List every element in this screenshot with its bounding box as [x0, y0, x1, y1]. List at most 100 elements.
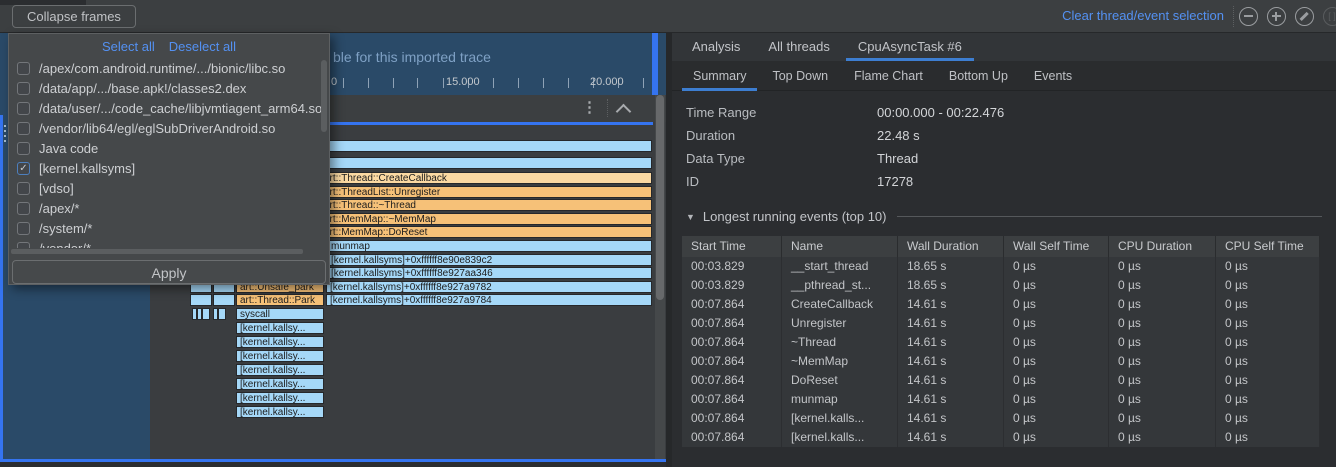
flame-bar[interactable]: [kernel.kallsyms]+0xffffff8e927aa346: [327, 267, 652, 279]
checkbox[interactable]: [17, 102, 30, 115]
flame-bar[interactable]: [kernel.kallsy...: [236, 392, 324, 404]
flame-bar[interactable]: art::Thread::Park: [236, 294, 324, 306]
table-row[interactable]: 00:07.864CreateCallback14.61 s0 µs0 µs0 …: [682, 295, 1320, 314]
flame-bar[interactable]: [kernel.kallsyms]+0xffffff8e927a9782: [326, 281, 652, 293]
subtab-bottom-up[interactable]: Bottom Up: [936, 61, 1021, 91]
apply-button[interactable]: Apply: [12, 260, 326, 284]
longest-events-header[interactable]: ▼ Longest running events (top 10): [686, 209, 1322, 224]
deselect-all-link[interactable]: Deselect all: [169, 39, 236, 54]
table-row[interactable]: 00:07.864Unregister14.61 s0 µs0 µs0 µs: [682, 314, 1320, 333]
collapse-triangle-icon[interactable]: ▼: [686, 212, 695, 222]
filter-item-label: /apex/com.android.runtime/.../bionic/lib…: [39, 61, 285, 76]
table-row[interactable]: 00:07.864~MemMap14.61 s0 µs0 µs0 µs: [682, 352, 1320, 371]
filter-item[interactable]: /vendor/*: [9, 238, 327, 248]
filter-item[interactable]: /vendor/lib64/egl/eglSubDriverAndroid.so: [9, 118, 327, 138]
filter-item[interactable]: /system/*: [9, 218, 327, 238]
checkbox[interactable]: [17, 222, 30, 235]
table-cell: ~MemMap: [782, 352, 898, 371]
table-cell: 14.61 s: [898, 352, 1004, 371]
table-row[interactable]: 00:07.864[kernel.kalls...14.61 s0 µs0 µs…: [682, 409, 1320, 428]
flame-bar[interactable]: munmap: [327, 240, 652, 252]
table-cell: 0 µs: [1004, 352, 1109, 371]
column-header[interactable]: Name: [782, 236, 898, 257]
popup-horizontal-scrollbar[interactable]: [11, 249, 303, 254]
subtab-events[interactable]: Events: [1021, 61, 1085, 91]
flame-bar[interactable]: [kernel.kallsy...: [236, 364, 324, 376]
subtab-top-down[interactable]: Top Down: [759, 61, 841, 91]
subtab-flame-chart[interactable]: Flame Chart: [841, 61, 936, 91]
checkbox[interactable]: ✓: [17, 162, 30, 175]
flame-bar[interactable]: [kernel.kallsyms]+0xffffff8e927a9784: [326, 294, 652, 306]
checkbox[interactable]: [17, 142, 30, 155]
filter-item[interactable]: /apex/*: [9, 198, 327, 218]
tab-cpuasynctask-6[interactable]: CpuAsyncTask #6: [844, 33, 976, 61]
table-cell: 0 µs: [1004, 371, 1109, 390]
flame-bar[interactable]: art::Thread::CreateCallback: [320, 172, 652, 184]
flame-bar[interactable]: [kernel.kallsy...: [236, 350, 324, 362]
analysis-subtabs: SummaryTop DownFlame ChartBottom UpEvent…: [672, 61, 1336, 91]
checkbox[interactable]: [17, 242, 30, 249]
flame-bar[interactable]: art::Thread::~Thread: [320, 199, 652, 211]
checkbox[interactable]: [17, 62, 30, 75]
column-header[interactable]: Start Time: [682, 236, 782, 257]
subtab-summary[interactable]: Summary: [680, 61, 759, 91]
table-cell: 0 µs: [1216, 428, 1320, 447]
flame-bar[interactable]: [218, 308, 226, 320]
zoom-in-icon[interactable]: [1267, 7, 1286, 26]
flame-scrollbar-thumb[interactable]: [656, 95, 664, 300]
filter-item[interactable]: [vdso]: [9, 178, 327, 198]
flame-bar[interactable]: [kernel.kallsy...: [236, 406, 324, 418]
table-row[interactable]: 00:07.864~Thread14.61 s0 µs0 µs0 µs: [682, 333, 1320, 352]
column-header[interactable]: CPU Duration: [1109, 236, 1216, 257]
flame-bar[interactable]: [kernel.kallsy...: [236, 322, 324, 334]
popup-vertical-scrollbar[interactable]: [321, 60, 327, 132]
flame-bar[interactable]: [213, 294, 235, 306]
column-header[interactable]: Wall Duration: [898, 236, 1004, 257]
table-cell: __pthread_st...: [782, 276, 898, 295]
flame-bar[interactable]: [kernel.kallsy...: [236, 378, 324, 390]
top-toolbar: Collapse frames Clear thread/event selec…: [0, 0, 1336, 33]
reset-zoom-icon[interactable]: [1295, 7, 1314, 26]
collapse-frames-button[interactable]: Collapse frames: [12, 5, 136, 28]
table-row[interactable]: 00:03.829__pthread_st...18.65 s0 µs0 µs0…: [682, 276, 1320, 295]
filter-item[interactable]: /data/user/.../code_cache/libjvmtiagent_…: [9, 98, 327, 118]
column-header[interactable]: Wall Self Time: [1004, 236, 1109, 257]
drag-handle-icon[interactable]: [4, 125, 6, 127]
filter-item-label: [vdso]: [39, 181, 74, 196]
zoom-to-selection-icon[interactable]: [ ]: [1323, 7, 1336, 26]
filter-item[interactable]: /apex/com.android.runtime/.../bionic/lib…: [9, 58, 327, 78]
checkbox[interactable]: [17, 82, 30, 95]
flame-scrollbar[interactable]: [655, 95, 665, 459]
table-cell: 0 µs: [1109, 257, 1216, 276]
tab-all-threads[interactable]: All threads: [754, 33, 843, 61]
tab-analysis[interactable]: Analysis: [678, 33, 754, 61]
table-row[interactable]: 00:07.864DoReset14.61 s0 µs0 µs0 µs: [682, 371, 1320, 390]
flame-bar[interactable]: art::MemMap::~MemMap: [320, 213, 652, 225]
flame-bar[interactable]: syscall: [236, 308, 324, 320]
plus-glyph: [1275, 12, 1277, 21]
flame-bar[interactable]: [kernel.kallsy...: [236, 336, 324, 348]
table-row[interactable]: 00:03.829__start_thread18.65 s0 µs0 µs0 …: [682, 257, 1320, 276]
checkbox[interactable]: [17, 122, 30, 135]
flame-bar[interactable]: art::ThreadList::Unregister: [320, 186, 652, 198]
filter-item[interactable]: /data/app/.../base.apk!/classes2.dex: [9, 78, 327, 98]
flame-bar[interactable]: [kernel.kallsyms]+0xffffff8e90e839c2: [327, 254, 652, 266]
checkbox[interactable]: [17, 202, 30, 215]
table-row[interactable]: 00:07.864[kernel.kalls...14.61 s0 µs0 µs…: [682, 428, 1320, 447]
zoom-out-icon[interactable]: [1239, 7, 1258, 26]
filter-item[interactable]: Java code: [9, 138, 327, 158]
select-all-link[interactable]: Select all: [102, 39, 155, 54]
filter-item[interactable]: ✓[kernel.kallsyms]: [9, 158, 327, 178]
flame-bar[interactable]: [202, 308, 210, 320]
table-cell: 00:07.864: [682, 371, 782, 390]
flame-bar[interactable]: [190, 294, 212, 306]
filter-list: /apex/com.android.runtime/.../bionic/lib…: [9, 58, 327, 248]
flame-bar[interactable]: art::MemMap::DoReset: [320, 226, 652, 238]
table-cell: 0 µs: [1004, 314, 1109, 333]
clear-thread-event-selection-link[interactable]: Clear thread/event selection: [1062, 8, 1224, 23]
table-row[interactable]: 00:07.864munmap14.61 s0 µs0 µs0 µs: [682, 390, 1320, 409]
table-cell: 00:07.864: [682, 314, 782, 333]
checkbox[interactable]: [17, 182, 30, 195]
table-cell: 0 µs: [1004, 428, 1109, 447]
column-header[interactable]: CPU Self Time: [1216, 236, 1320, 257]
